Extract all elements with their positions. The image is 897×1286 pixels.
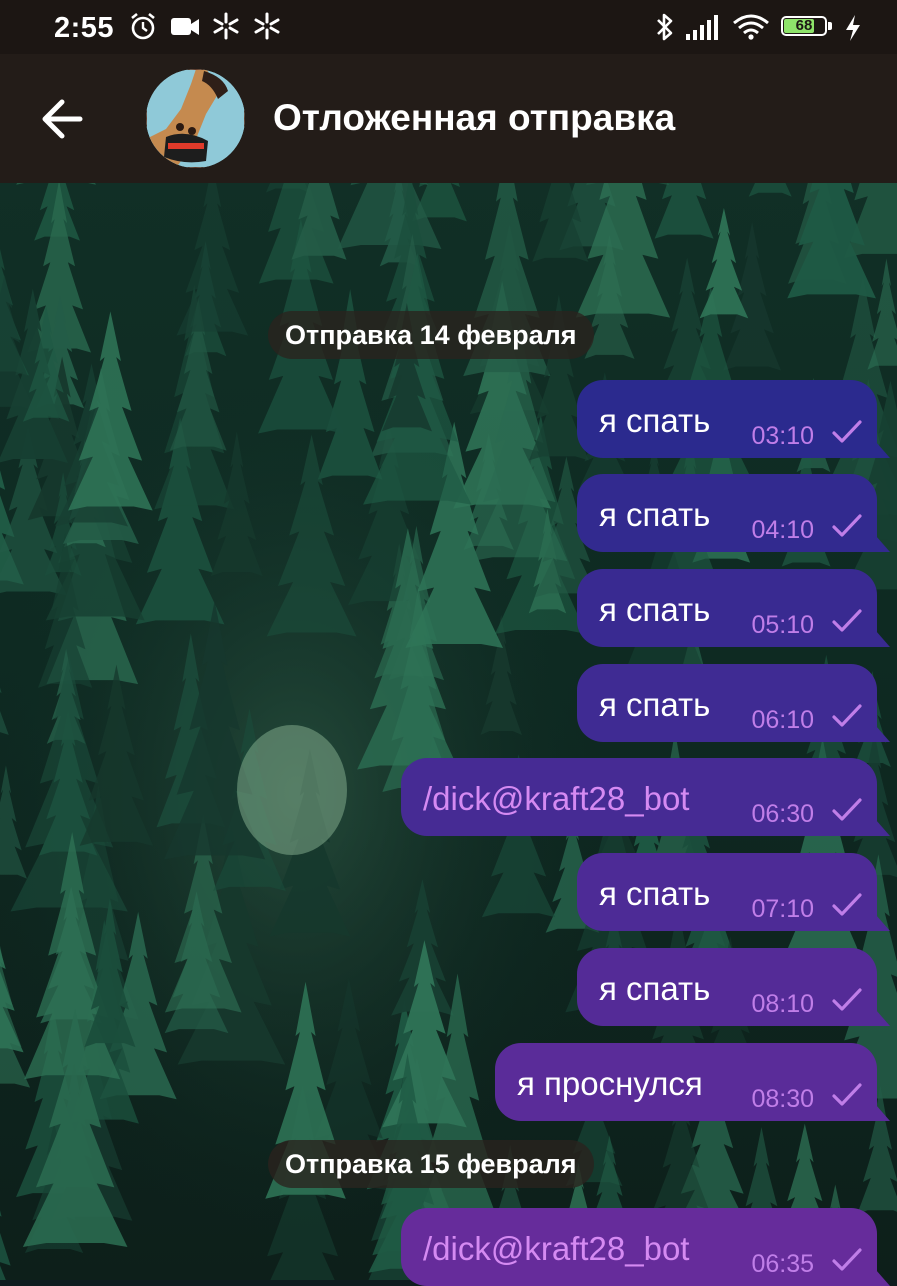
message-bubble[interactable]: я спать 06:10 (577, 664, 890, 742)
message-bubble[interactable]: я спать 07:10 (577, 853, 890, 931)
message-bubble[interactable]: я проснулся 08:30 (495, 1043, 890, 1121)
message-bubble[interactable]: я спать 04:10 (577, 474, 890, 552)
message-time: 07:10 (751, 895, 814, 923)
bluetooth-icon (657, 13, 673, 41)
charging-icon (846, 15, 860, 41)
date-chip-label: Отправка 14 февраля (285, 320, 577, 350)
message-text: я спать (599, 970, 711, 1007)
wifi-icon (733, 14, 769, 40)
message-bubble[interactable]: /dick@kraft28_bot 06:30 (401, 758, 890, 836)
chat-title: Отложенная отправка (273, 97, 676, 138)
message-time: 06:35 (751, 1250, 814, 1278)
message-text: я спать (599, 875, 711, 912)
message-time: 08:10 (751, 990, 814, 1018)
message-text: я спать (599, 496, 711, 533)
alarm-icon (131, 12, 155, 40)
message-bubble[interactable]: я спать 03:10 (577, 380, 890, 458)
message-bubble[interactable]: /dick@kraft28_bot 06:35 (401, 1208, 890, 1286)
check-icon (832, 704, 862, 727)
battery-level: 68 (795, 17, 813, 34)
check-icon (832, 420, 862, 443)
video-camera-icon (171, 18, 199, 35)
chat-header: Отложенная отправка (0, 54, 897, 183)
sparkle-icon (254, 12, 280, 40)
check-icon (832, 893, 862, 916)
arrow-left-icon (42, 99, 83, 139)
date-chip: Отправка 15 февраля (268, 1140, 594, 1188)
date-chip: Отправка 14 февраля (268, 311, 594, 359)
message-time: 06:10 (751, 706, 814, 734)
status-time: 2:55 (54, 12, 115, 44)
message-time: 04:10 (751, 516, 814, 544)
battery-icon: 68 (781, 16, 833, 40)
message-text: я проснулся (517, 1065, 703, 1102)
message-text: я спать (599, 686, 711, 723)
sparkle-icon (213, 12, 239, 40)
check-icon (832, 514, 862, 537)
check-icon (832, 1248, 862, 1271)
message-command-link[interactable]: /dick@kraft28_bot (423, 1230, 689, 1268)
check-icon (832, 609, 862, 632)
chat-avatar[interactable] (146, 69, 245, 168)
message-text: я спать (599, 591, 711, 628)
message-time: 06:30 (751, 800, 814, 828)
message-time: 08:30 (751, 1085, 814, 1113)
back-button[interactable] (34, 90, 92, 148)
message-bubble[interactable]: я спать 05:10 (577, 569, 890, 647)
message-time: 03:10 (751, 422, 814, 450)
status-bar: 2:55 68 (0, 0, 897, 54)
check-icon (832, 798, 862, 821)
date-chip-label: Отправка 15 февраля (285, 1149, 577, 1179)
message-text: я спать (599, 402, 711, 439)
check-icon (832, 988, 862, 1011)
check-icon (832, 1083, 862, 1106)
message-command-link[interactable]: /dick@kraft28_bot (423, 780, 689, 818)
cellular-signal-icon (686, 15, 718, 40)
avatar-image (146, 69, 245, 168)
message-bubble[interactable]: я спать 08:10 (577, 948, 890, 1026)
message-time: 05:10 (751, 611, 814, 639)
